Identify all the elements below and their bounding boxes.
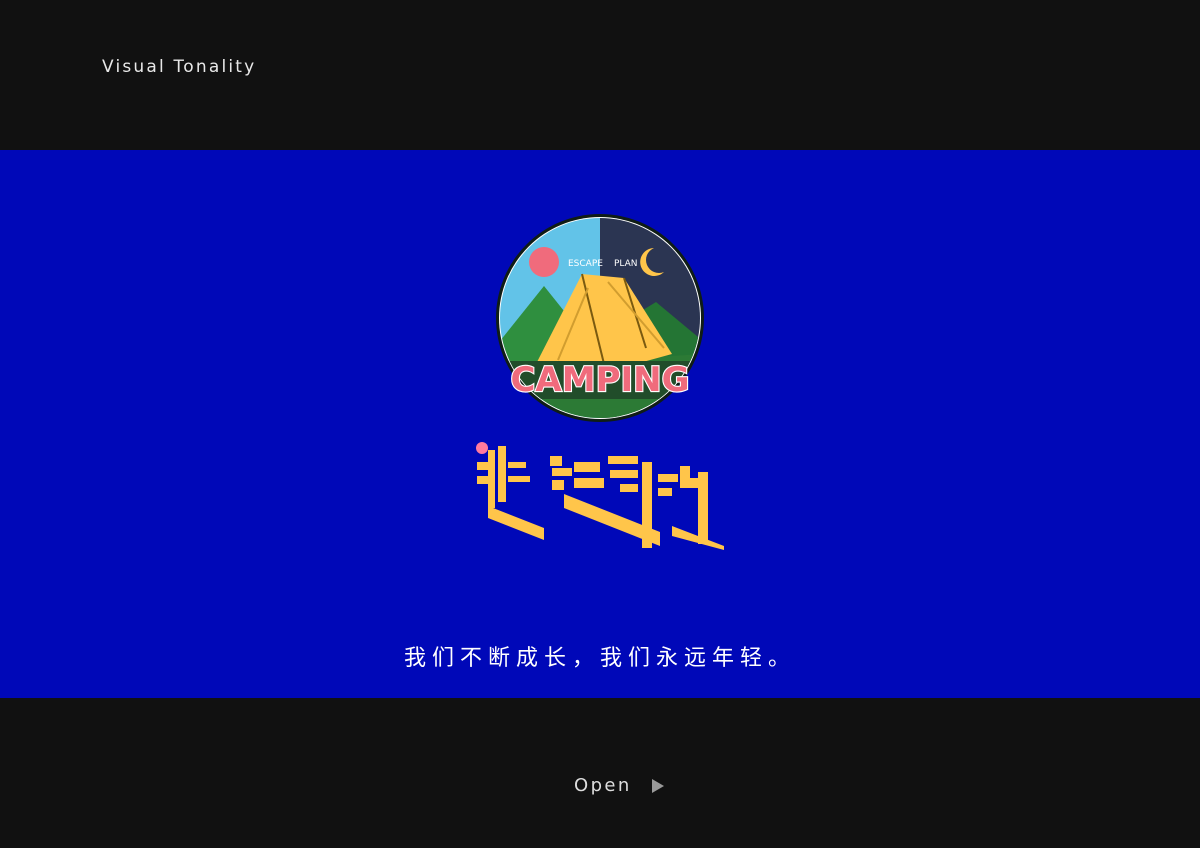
tagline: 我们不断成长，我们永远年轻。 — [403, 646, 796, 671]
header-label: Visual Tonality — [102, 57, 257, 77]
camping-badge: ESCAPE PLAN CAMPING — [496, 214, 704, 422]
open-button-label: Open — [574, 775, 632, 796]
open-button[interactable]: Open — [574, 775, 664, 796]
sun-icon — [529, 247, 559, 277]
accent-dot — [476, 442, 488, 454]
badge-title: CAMPING — [510, 360, 689, 400]
brand-wordmark — [476, 442, 724, 550]
play-icon — [651, 778, 664, 793]
badge-top-left-text: ESCAPE — [568, 259, 603, 269]
badge-top-right-text: PLAN — [614, 259, 638, 269]
